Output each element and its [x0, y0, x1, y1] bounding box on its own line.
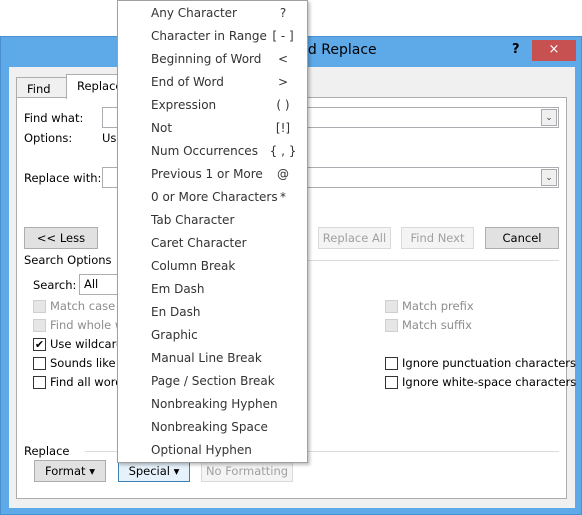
tab-replace[interactable]: Replace — [66, 74, 123, 99]
menu-item-label: Character in Range — [151, 29, 267, 43]
checkbox[interactable] — [33, 376, 46, 389]
menu-item[interactable]: Nonbreaking Space — [118, 416, 307, 439]
menu-item-label: End of Word — [151, 75, 224, 89]
checkbox[interactable] — [33, 319, 46, 332]
menu-item[interactable]: Page / Section Break — [118, 370, 307, 393]
menu-item[interactable]: Optional Hyphen — [118, 439, 307, 462]
chevron-down-icon[interactable]: ⌄ — [541, 169, 557, 186]
menu-item[interactable]: En Dash — [118, 301, 307, 324]
menu-item-label: Page / Section Break — [151, 374, 275, 388]
checkbox[interactable] — [33, 357, 46, 370]
menu-item[interactable]: Caret Character — [118, 232, 307, 255]
menu-item-shortcut: ( ) — [276, 98, 290, 112]
checkbox[interactable]: ✔ — [33, 338, 46, 351]
menu-item-shortcut: { , } — [269, 144, 297, 158]
menu-item[interactable]: Em Dash — [118, 278, 307, 301]
special-menu: Any Character? Character in Range [ - ] Beg… — [117, 0, 308, 463]
checkbox[interactable] — [385, 357, 398, 370]
menu-item-label: Graphic — [151, 328, 198, 342]
menu-item[interactable]: Column Break — [118, 255, 307, 278]
less-button[interactable]: << Less — [24, 227, 98, 249]
find-what-label: Find what: — [24, 111, 84, 125]
search-options-label: Search Options — [24, 253, 112, 267]
special-button[interactable]: Special ▾ — [118, 460, 190, 482]
chevron-down-icon[interactable]: ⌄ — [541, 109, 557, 126]
menu-item[interactable]: Previous 1 or More @ — [118, 163, 307, 186]
menu-item-shortcut: @ — [277, 167, 289, 181]
close-button[interactable]: × — [532, 40, 576, 61]
menu-item-shortcut: * — [280, 190, 286, 204]
menu-item[interactable]: Graphic — [118, 324, 307, 347]
search-label: Search: — [33, 278, 77, 292]
checkbox[interactable] — [385, 300, 398, 313]
menu-item-label: Nonbreaking Hyphen — [151, 397, 278, 411]
replace-section-label: Replace — [24, 444, 70, 458]
checkbox-label: Match suffix — [402, 318, 472, 332]
replace-with-label: Replace with: — [24, 171, 102, 185]
checkbox[interactable] — [385, 376, 398, 389]
menu-item[interactable]: 0 or More Characters * — [118, 186, 307, 209]
tab-find[interactable]: Find — [16, 77, 67, 98]
menu-item-label: Any Character — [151, 6, 237, 20]
menu-item-label: Optional Hyphen — [151, 443, 252, 457]
menu-item[interactable]: Any Character? — [118, 2, 307, 25]
menu-item-shortcut: ? — [279, 6, 287, 20]
menu-item-label: Not — [151, 121, 173, 135]
format-button[interactable]: Format ▾ — [34, 460, 106, 482]
menu-item[interactable]: Not [!] — [118, 117, 307, 140]
menu-item[interactable]: Nonbreaking Hyphen — [118, 393, 307, 416]
menu-item-label: Previous 1 or More — [151, 167, 263, 181]
menu-item-label: Beginning of Word — [151, 52, 262, 66]
menu-item-label: Caret Character — [151, 236, 247, 250]
menu-item[interactable]: Num Occurrences { , } — [118, 140, 307, 163]
checkbox[interactable] — [385, 319, 398, 332]
checkbox-label: Ignore punctuation characters — [402, 356, 577, 370]
find-next-button[interactable]: Find Next — [401, 227, 474, 249]
help-button[interactable]: ? — [512, 42, 520, 57]
checkbox-label: Match case — [50, 299, 116, 313]
menu-item-shortcut: [!] — [275, 121, 291, 135]
menu-item-label: Expression — [151, 98, 217, 112]
menu-item-label: Tab Character — [151, 213, 235, 227]
menu-item-label: Em Dash — [151, 282, 205, 296]
menu-item-label: Manual Line Break — [151, 351, 262, 365]
menu-item-label: Num Occurrences — [151, 144, 258, 158]
cancel-button[interactable]: Cancel — [485, 227, 559, 249]
menu-item-label: Column Break — [151, 259, 236, 273]
no-formatting-button[interactable]: No Formatting — [201, 460, 293, 482]
menu-item[interactable]: Tab Character — [118, 209, 307, 232]
menu-item[interactable]: End of Word > — [118, 71, 307, 94]
menu-item-label: Nonbreaking Space — [151, 420, 268, 434]
menu-item-label: 0 or More Characters — [151, 190, 278, 204]
checkbox[interactable] — [33, 300, 46, 313]
menu-item[interactable]: Character in Range [ - ] — [118, 25, 307, 48]
menu-item-shortcut: [ - ] — [272, 29, 294, 43]
checkbox-label: Match prefix — [402, 299, 474, 313]
menu-item-shortcut: < — [277, 52, 289, 66]
options-label: Options: — [24, 131, 73, 145]
menu-item-label: En Dash — [151, 305, 201, 319]
menu-item[interactable]: Beginning of Word < — [118, 48, 307, 71]
menu-item[interactable]: Expression ( ) — [118, 94, 307, 117]
menu-item[interactable]: Manual Line Break — [118, 347, 307, 370]
menu-item-shortcut: > — [277, 75, 289, 89]
checkbox-label: Ignore white-space characters — [402, 375, 577, 389]
replace-all-button[interactable]: Replace All — [318, 227, 391, 249]
